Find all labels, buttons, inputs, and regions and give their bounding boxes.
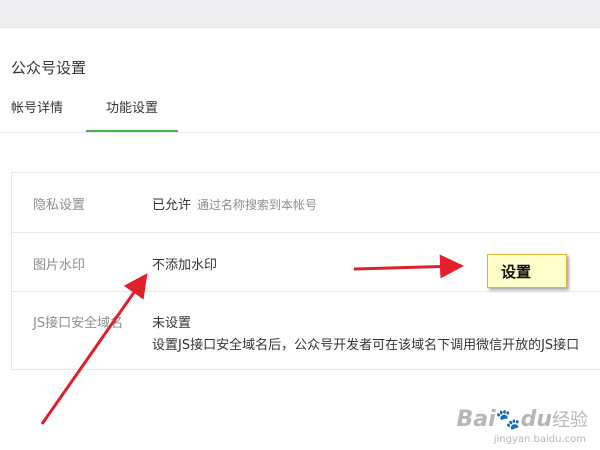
- annotation-arrows: [40, 254, 464, 425]
- arrow-to-note: [353, 254, 464, 279]
- paw-icon: 🐾: [495, 407, 521, 431]
- watermark-brand-suffix: du: [520, 407, 552, 432]
- arrow-to-watermark: [40, 273, 148, 425]
- baidu-watermark: Bai🐾du经验 jingyan.baidu.com: [456, 406, 588, 445]
- watermark-brand: Bai: [456, 407, 496, 432]
- annotation-note: 设置: [487, 254, 567, 288]
- watermark-url: jingyan.baidu.com: [493, 434, 586, 445]
- watermark-jy: 经验: [552, 410, 588, 431]
